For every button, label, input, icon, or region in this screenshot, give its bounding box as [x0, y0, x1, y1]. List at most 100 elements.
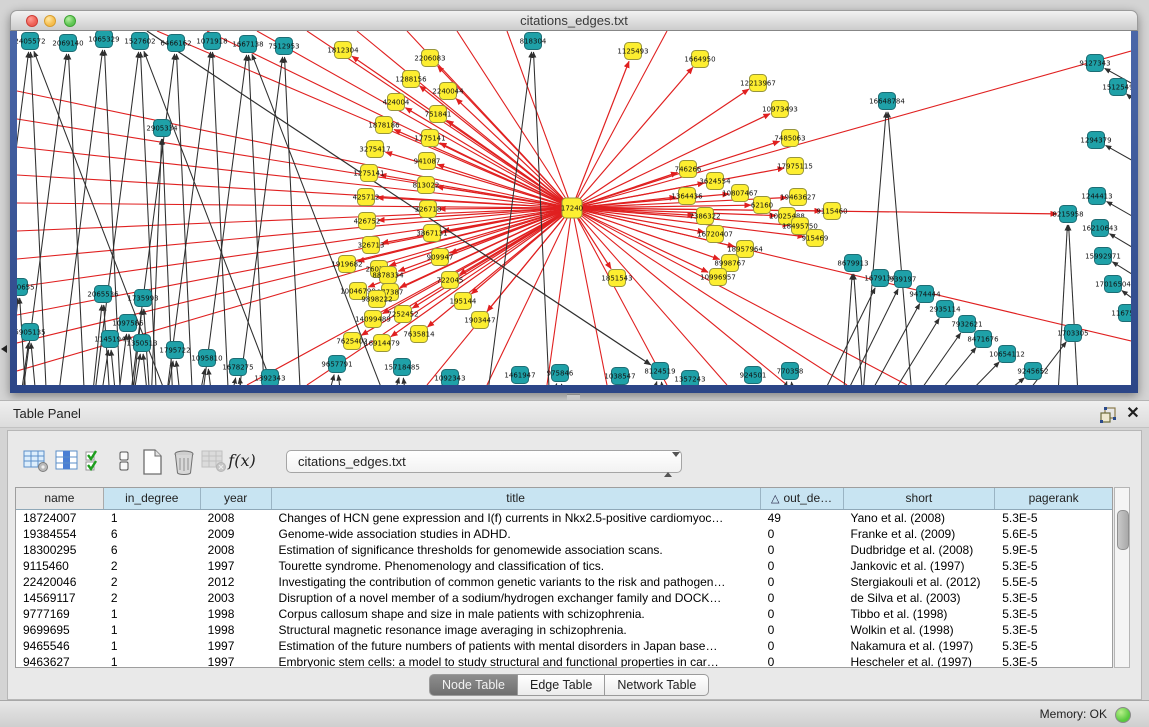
column-header-out_de[interactable]: △out_de… [761, 488, 844, 509]
graph-node-label: 1392343 [254, 375, 285, 383]
graph-node-label: 1095810 [191, 355, 222, 363]
table-cell: 9465546 [16, 638, 104, 654]
column-header-in_degree[interactable]: in_degree [104, 488, 201, 509]
float-panel-icon[interactable] [1100, 407, 1117, 423]
table-cell: 9699695 [16, 622, 104, 638]
table-cell: 19384554 [16, 526, 104, 542]
table-cell: 5.3E-5 [995, 510, 1112, 526]
tab-node-table[interactable]: Node Table [429, 674, 518, 696]
table-mode-icon [23, 449, 49, 473]
graph-node-label: 7252452 [387, 311, 418, 319]
table-cell: 5.3E-5 [995, 590, 1112, 606]
table-selector-value: citations_edges.txt [298, 454, 406, 469]
column-header-year[interactable]: year [201, 488, 272, 509]
graph-node-label: 16914479 [364, 340, 400, 348]
import-table-button[interactable] [200, 447, 228, 477]
network-canvas[interactable]: 2405572206914010653291527602646616210719… [17, 31, 1131, 385]
panel-collapse-arrow-icon[interactable] [1, 345, 7, 353]
graph-node-label: 425712 [353, 194, 380, 202]
table-cell: de Silva et al. (2003) [843, 590, 995, 606]
graph-node-label: 10654112 [989, 351, 1025, 359]
column-header-name[interactable]: name [16, 488, 104, 509]
table-cell: 5.9E-5 [995, 542, 1112, 558]
function-builder-button[interactable]: f(x) [228, 447, 256, 477]
table-cell: 5.3E-5 [995, 606, 1112, 622]
graph-node-label: 1795722 [159, 347, 190, 355]
select-all-button[interactable] [82, 447, 110, 477]
table-cell: 1 [104, 638, 201, 654]
window-title: citations_edges.txt [11, 11, 1137, 31]
graph-node-label: 7625402 [336, 338, 367, 346]
column-header-pagerank[interactable]: pagerank [995, 488, 1112, 509]
table-cell: 9115460 [16, 558, 104, 574]
graph-node-label: 8215958 [1052, 211, 1083, 219]
graph-node-label: 722045 [437, 277, 464, 285]
graph-node-label: 1364436 [671, 193, 703, 201]
graph-edge [17, 147, 572, 208]
graph-node-label: 1667138 [232, 41, 263, 49]
graph-edge [89, 305, 102, 385]
table-selector-dropdown[interactable]: citations_edges.txt [286, 450, 682, 473]
table-row[interactable]: 969969511998Structural magnetic resonanc… [16, 622, 1112, 638]
delete-column-button[interactable] [170, 447, 198, 477]
table-cell: Embryonic stem cells: a model to study s… [272, 654, 761, 668]
graph-edge [208, 369, 216, 385]
graph-edge [572, 208, 907, 385]
table-cell: 22420046 [16, 574, 104, 590]
graph-edge [572, 51, 1131, 208]
table-row[interactable]: 1938455462009Genome-wide association stu… [16, 526, 1112, 542]
graph-node-label: 15992971 [1085, 253, 1121, 261]
table-row[interactable]: 1456911722003Disruption of a novel membe… [16, 590, 1112, 606]
close-panel-icon[interactable]: ✕ [1124, 403, 1142, 425]
table-cell: 2012 [201, 574, 272, 590]
table-cell: Genome-wide association studies in ADHD. [272, 526, 761, 542]
window-titlebar[interactable]: citations_edges.txt [10, 10, 1138, 31]
table-mode-button[interactable] [22, 447, 50, 477]
graph-edge [111, 350, 119, 385]
scrollbar-thumb[interactable] [1117, 510, 1129, 550]
column-header-title[interactable]: title [272, 488, 761, 509]
graph-node-label: 909947 [427, 254, 454, 262]
table-cell: 1997 [201, 558, 272, 574]
graph-node-label: 1919682 [331, 261, 362, 269]
graph-node-label: 8679913 [837, 260, 868, 268]
new-column-button[interactable] [138, 447, 166, 477]
new-document-icon [140, 449, 164, 475]
graph-node-label: 19463627 [780, 194, 816, 202]
tab-edge-table[interactable]: Edge Table [518, 674, 605, 696]
table-row[interactable]: 946362711997Embryonic stem cells: a mode… [16, 654, 1112, 668]
tab-network-table[interactable]: Network Table [605, 674, 709, 696]
table-cell: 0 [761, 526, 844, 542]
graph-node-label: 2065536 [87, 291, 119, 299]
column-header-short[interactable]: short [844, 488, 996, 509]
graph-edge [572, 208, 787, 385]
graph-node-label: 3867131 [416, 230, 447, 238]
table-row[interactable]: 977716911998Corpus callosum shape and si… [16, 606, 1112, 622]
table-row[interactable]: 1830029562008Estimation of significance … [16, 542, 1112, 558]
graph-edge [224, 378, 236, 385]
graph-edge [384, 378, 399, 385]
table-cell: 9463627 [16, 654, 104, 668]
graph-edge [572, 208, 667, 385]
table-row[interactable]: 946554611997Estimation of the future num… [16, 638, 1112, 654]
table-cell: Franke et al. (2009) [843, 526, 995, 542]
graph-node-label: 924501 [740, 372, 767, 380]
trash-icon [171, 449, 197, 475]
table-cell: 1998 [201, 606, 272, 622]
table-cell: 1997 [201, 638, 272, 654]
graph-edge [483, 52, 532, 385]
vertical-scrollbar[interactable] [1114, 487, 1130, 668]
row-selector-button[interactable] [110, 447, 138, 477]
graph-node-label: 1167534 [1111, 310, 1131, 318]
graph-node-label: 424004 [383, 99, 410, 107]
table-row[interactable]: 2242004622012Investigating the contribut… [16, 574, 1112, 590]
table-row[interactable]: 911546021997Tourette syndrome. Phenomeno… [16, 558, 1112, 574]
show-columns-button[interactable] [53, 447, 81, 477]
graph-edge [319, 375, 334, 385]
graph-node-label: 8471676 [967, 336, 999, 344]
graph-node-label: 7635814 [403, 331, 435, 339]
table-cell: Hescheler et al. (1997) [843, 654, 995, 668]
table-row[interactable]: 1872400712008Changes of HCN gene express… [16, 510, 1112, 526]
table-cell: 6 [104, 542, 201, 558]
sort-ascending-icon: △ [771, 493, 779, 505]
